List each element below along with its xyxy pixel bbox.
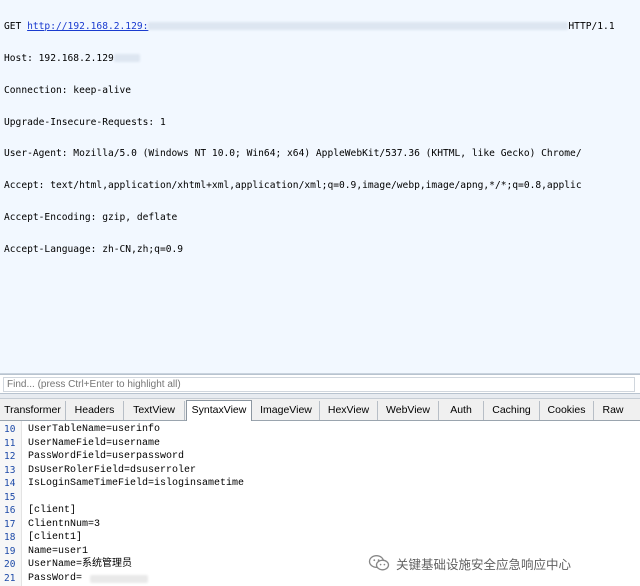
- line-number: 12: [4, 451, 16, 462]
- watermark-text: 关键基础设施安全应急响应中心: [396, 556, 572, 572]
- header-line: Accept: text/html,application/xhtml+xml,…: [4, 180, 582, 192]
- code-line: 12 PassWordField=userpassword: [0, 450, 640, 464]
- request-protocol: HTTP/1.1: [568, 21, 615, 33]
- header-line: User-Agent: Mozilla/5.0 (Windows NT 10.0…: [4, 148, 582, 160]
- tab-transformer[interactable]: Transformer: [0, 401, 66, 420]
- header-host: Host: 192.168.2.129: [4, 53, 640, 65]
- code-text: PassWord=: [28, 572, 83, 584]
- line-number: 19: [4, 545, 16, 557]
- code-line: 14 IsLoginSameTimeField=isloginsametime: [0, 477, 640, 491]
- line-number: 11: [4, 437, 16, 449]
- response-tab-strip: Transformer Headers TextView SyntaxView …: [0, 399, 640, 421]
- code-text: Name=user1: [28, 545, 89, 557]
- line-number: 16: [4, 505, 16, 516]
- line-number: 14: [4, 478, 16, 489]
- code-line: 13 DsUserRolerField=dsuserroler: [0, 464, 640, 478]
- tab-webview[interactable]: WebView: [378, 401, 439, 420]
- code-text: PassWordField=userpassword: [28, 451, 185, 462]
- header-line: Connection: keep-alive: [4, 84, 132, 96]
- tab-cookies[interactable]: Cookies: [540, 401, 594, 420]
- tab-caching[interactable]: Caching: [484, 401, 540, 420]
- redacted-region: [148, 22, 569, 31]
- watermark: 关键基础设施安全应急响应中心: [368, 552, 571, 574]
- find-input[interactable]: [3, 377, 635, 392]
- tab-auth[interactable]: Auth: [439, 401, 484, 420]
- redacted-region: [113, 53, 140, 62]
- wechat-icon: [368, 555, 390, 571]
- code-line: 10 UserTableName=userinfo: [0, 423, 640, 437]
- line-number: 10: [4, 424, 16, 435]
- line-number: 17: [4, 518, 16, 530]
- code-text: DsUserRolerField=dsuserroler: [28, 464, 197, 476]
- header-line: Accept-Language: zh-CN,zh;q=0.9: [4, 243, 184, 255]
- find-bar: [0, 374, 640, 394]
- request-line: GET http://192.168.2.129: HTTP/1.1: [4, 21, 640, 33]
- code-text: IsLoginSameTimeField=isloginsametime: [28, 478, 245, 489]
- code-line: 11 UserNameField=username: [0, 437, 640, 451]
- line-number: 21: [4, 572, 16, 584]
- code-line: 17 ClientnNum=3: [0, 518, 640, 532]
- code-text: [client]: [28, 505, 77, 516]
- request-headers-pane[interactable]: GET http://192.168.2.129: HTTP/1.1 Host: …: [0, 0, 640, 374]
- header-line: Upgrade-Insecure-Requests: 1: [4, 116, 166, 128]
- tab-syntaxview[interactable]: SyntaxView: [186, 400, 252, 421]
- request-url-link[interactable]: http://192.168.2.129:: [27, 21, 148, 32]
- code-line: 18 [client1]: [0, 531, 640, 545]
- request-method: GET: [4, 21, 28, 33]
- line-number: 18: [4, 532, 16, 543]
- line-number: 20: [4, 559, 16, 570]
- tab-textview[interactable]: TextView: [124, 401, 185, 420]
- tab-hexview[interactable]: HexView: [320, 401, 378, 420]
- code-text: UserName=系统管理员: [28, 559, 133, 570]
- code-line: 16 [client]: [0, 504, 640, 518]
- tab-raw[interactable]: Raw: [594, 401, 632, 420]
- code-text: ClientnNum=3: [28, 518, 101, 530]
- tab-headers[interactable]: Headers: [66, 401, 124, 420]
- code-text: [client1]: [28, 532, 83, 543]
- redacted-region: [90, 574, 148, 583]
- tab-imageview[interactable]: ImageView: [253, 401, 320, 420]
- code-text: UserTableName=userinfo: [28, 424, 161, 435]
- code-text: UserNameField=username: [28, 437, 161, 449]
- code-line: 15: [0, 491, 640, 505]
- header-line: Accept-Encoding: gzip, deflate: [4, 211, 178, 223]
- line-number: 13: [4, 464, 16, 476]
- line-number: 15: [4, 491, 16, 503]
